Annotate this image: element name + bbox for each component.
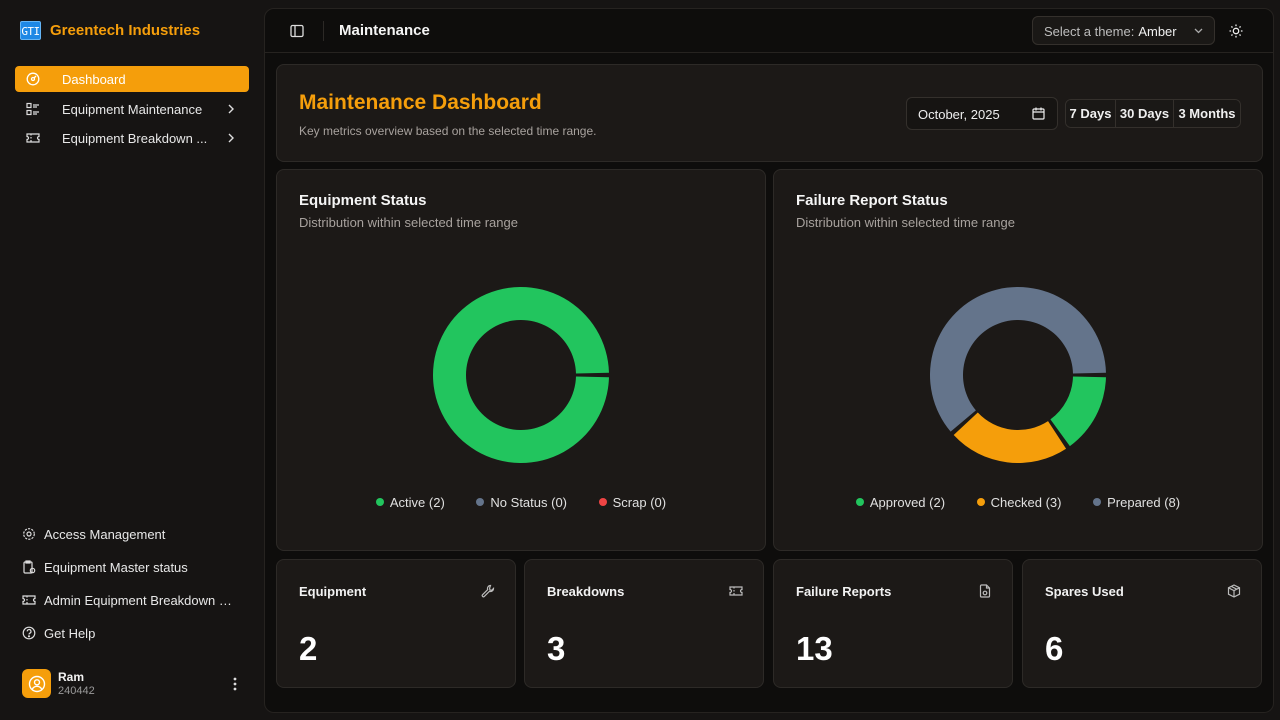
- package-icon: [1227, 584, 1241, 598]
- failure-report-status-donut: [930, 287, 1106, 463]
- user-name: Ram: [58, 670, 85, 684]
- user-profile[interactable]: Ram 240442: [22, 668, 248, 700]
- stat-value: 13: [796, 630, 833, 667]
- topbar: Maintenance Select a theme: Amber: [265, 9, 1273, 53]
- chart-legend: Approved (2) Checked (3) Prepared (8): [774, 494, 1262, 510]
- gear-icon: [23, 528, 35, 540]
- sidebar-item-access-management[interactable]: Access Management: [22, 523, 242, 545]
- donut-slice-checked[interactable]: [953, 412, 1067, 463]
- more-vertical-icon[interactable]: [228, 676, 242, 692]
- legend-item-checked[interactable]: Checked (3): [976, 494, 1062, 510]
- legend-label: Active (2): [389, 494, 445, 510]
- legend-swatch: [855, 498, 864, 506]
- sidebar-item-dashboard[interactable]: Dashboard: [15, 66, 249, 92]
- month-picker[interactable]: October, 2025: [906, 97, 1058, 130]
- page-title: Maintenance: [339, 22, 430, 39]
- user-icon: [28, 675, 45, 692]
- stat-label: Spares Used: [1045, 584, 1124, 599]
- sidebar-toggle-icon[interactable]: [289, 23, 305, 39]
- stat-label: Equipment: [299, 584, 367, 599]
- dashboard-subtitle: Key metrics overview based on the select…: [299, 124, 597, 138]
- list-icon: [26, 102, 39, 116]
- legend-swatch: [598, 498, 607, 506]
- brand-logo: GTI: [20, 20, 41, 40]
- stat-card-breakdowns: Breakdowns 3: [524, 559, 764, 688]
- file-report-icon: [979, 584, 991, 598]
- help-icon: [22, 626, 36, 640]
- ticket-icon: [729, 586, 743, 596]
- legend-swatch: [976, 498, 985, 506]
- sidebar-item-label: Admin Equipment Breakdown a...: [44, 593, 236, 608]
- stat-label: Breakdowns: [547, 584, 625, 599]
- sidebar-item-label: Access Management: [44, 527, 166, 542]
- sidebar-item-label: Get Help: [44, 626, 96, 641]
- clipboard-icon: [23, 560, 36, 574]
- dashboard-title: Maintenance Dashboard: [299, 91, 542, 114]
- range-toggle-group: 7 Days 30 Days 3 Months: [1065, 99, 1241, 128]
- month-picker-value: October, 2025: [918, 107, 1000, 122]
- legend-item-prepared[interactable]: Prepared (8): [1093, 495, 1180, 510]
- legend-swatch: [375, 498, 384, 506]
- theme-select-value: Amber: [1138, 24, 1177, 39]
- ticket-icon: [26, 133, 40, 143]
- chevron-right-icon: [228, 104, 234, 114]
- range-7-days-button[interactable]: 7 Days: [1066, 100, 1116, 127]
- legend-label: Prepared (8): [1107, 494, 1181, 510]
- legend-label: Approved (2): [869, 494, 946, 510]
- ticket-icon: [22, 595, 36, 605]
- sidebar: GTI Greentech Industries Dashboard Equip…: [0, 0, 264, 720]
- legend-item-no-status[interactable]: No Status (0): [476, 495, 567, 510]
- chevron-right-icon: [228, 133, 234, 143]
- legend-label: Checked (3): [990, 494, 1062, 510]
- main-panel: Maintenance Select a theme: Amber Mainten…: [264, 8, 1274, 713]
- brand[interactable]: GTI Greentech Industries: [20, 20, 200, 40]
- sidebar-item-equipment-breakdown[interactable]: Equipment Breakdown ...: [15, 125, 249, 151]
- gauge-icon: [26, 72, 40, 86]
- sidebar-item-label: Dashboard: [62, 72, 126, 87]
- donut-slice-approved[interactable]: [1050, 376, 1106, 447]
- chart-legend: Active (2) No Status (0) Scrap (0): [277, 494, 765, 510]
- sidebar-item-equipment-master-status[interactable]: Equipment Master status: [22, 556, 242, 578]
- legend-swatch: [476, 498, 485, 506]
- equipment-status-card: Equipment Status Distribution within sel…: [276, 169, 766, 551]
- divider: [323, 21, 324, 41]
- stat-value: 2: [299, 630, 318, 667]
- chevron-down-icon: [1194, 28, 1203, 34]
- sidebar-item-get-help[interactable]: Get Help: [22, 622, 242, 644]
- wrench-icon: [481, 584, 495, 598]
- legend-item-scrap[interactable]: Scrap (0): [598, 494, 667, 510]
- sidebar-item-label: Equipment Breakdown ...: [62, 131, 208, 146]
- stat-label: Failure Reports: [796, 584, 892, 599]
- range-30-days-button[interactable]: 30 Days: [1116, 100, 1174, 127]
- stat-value: 3: [547, 630, 566, 667]
- stat-card-spares-used: Spares Used 6: [1022, 559, 1262, 688]
- legend-label: No Status (0): [490, 494, 568, 510]
- theme-select[interactable]: Select a theme: Amber: [1032, 16, 1215, 45]
- calendar-icon: [1032, 107, 1045, 120]
- failure-report-status-card: Failure Report Status Distribution withi…: [773, 169, 1263, 551]
- legend-label: Scrap (0): [612, 494, 667, 510]
- brand-name: Greentech Industries: [50, 21, 201, 39]
- user-id: 240442: [58, 685, 95, 697]
- sidebar-item-equipment-maintenance[interactable]: Equipment Maintenance: [15, 96, 249, 122]
- stat-value: 6: [1045, 630, 1064, 667]
- stat-card-failure-reports: Failure Reports 13: [773, 559, 1013, 688]
- donut-slice-active[interactable]: [433, 287, 609, 463]
- sidebar-item-label: Equipment Maintenance: [62, 102, 203, 117]
- equipment-status-donut: [433, 287, 609, 463]
- sidebar-item-label: Equipment Master status: [44, 560, 188, 575]
- stat-card-equipment: Equipment 2: [276, 559, 516, 688]
- legend-item-approved[interactable]: Approved (2): [855, 494, 946, 510]
- theme-select-label: Select a theme:: [1044, 24, 1135, 39]
- sun-icon[interactable]: [1228, 23, 1244, 39]
- legend-item-active[interactable]: Active (2): [375, 494, 445, 510]
- legend-swatch: [1093, 498, 1102, 506]
- avatar: [22, 669, 51, 698]
- sidebar-item-admin-equipment-breakdown[interactable]: Admin Equipment Breakdown a...: [22, 589, 242, 611]
- range-3-months-button[interactable]: 3 Months: [1174, 100, 1240, 127]
- dashboard-header-card: Maintenance Dashboard Key metrics overvi…: [276, 64, 1263, 162]
